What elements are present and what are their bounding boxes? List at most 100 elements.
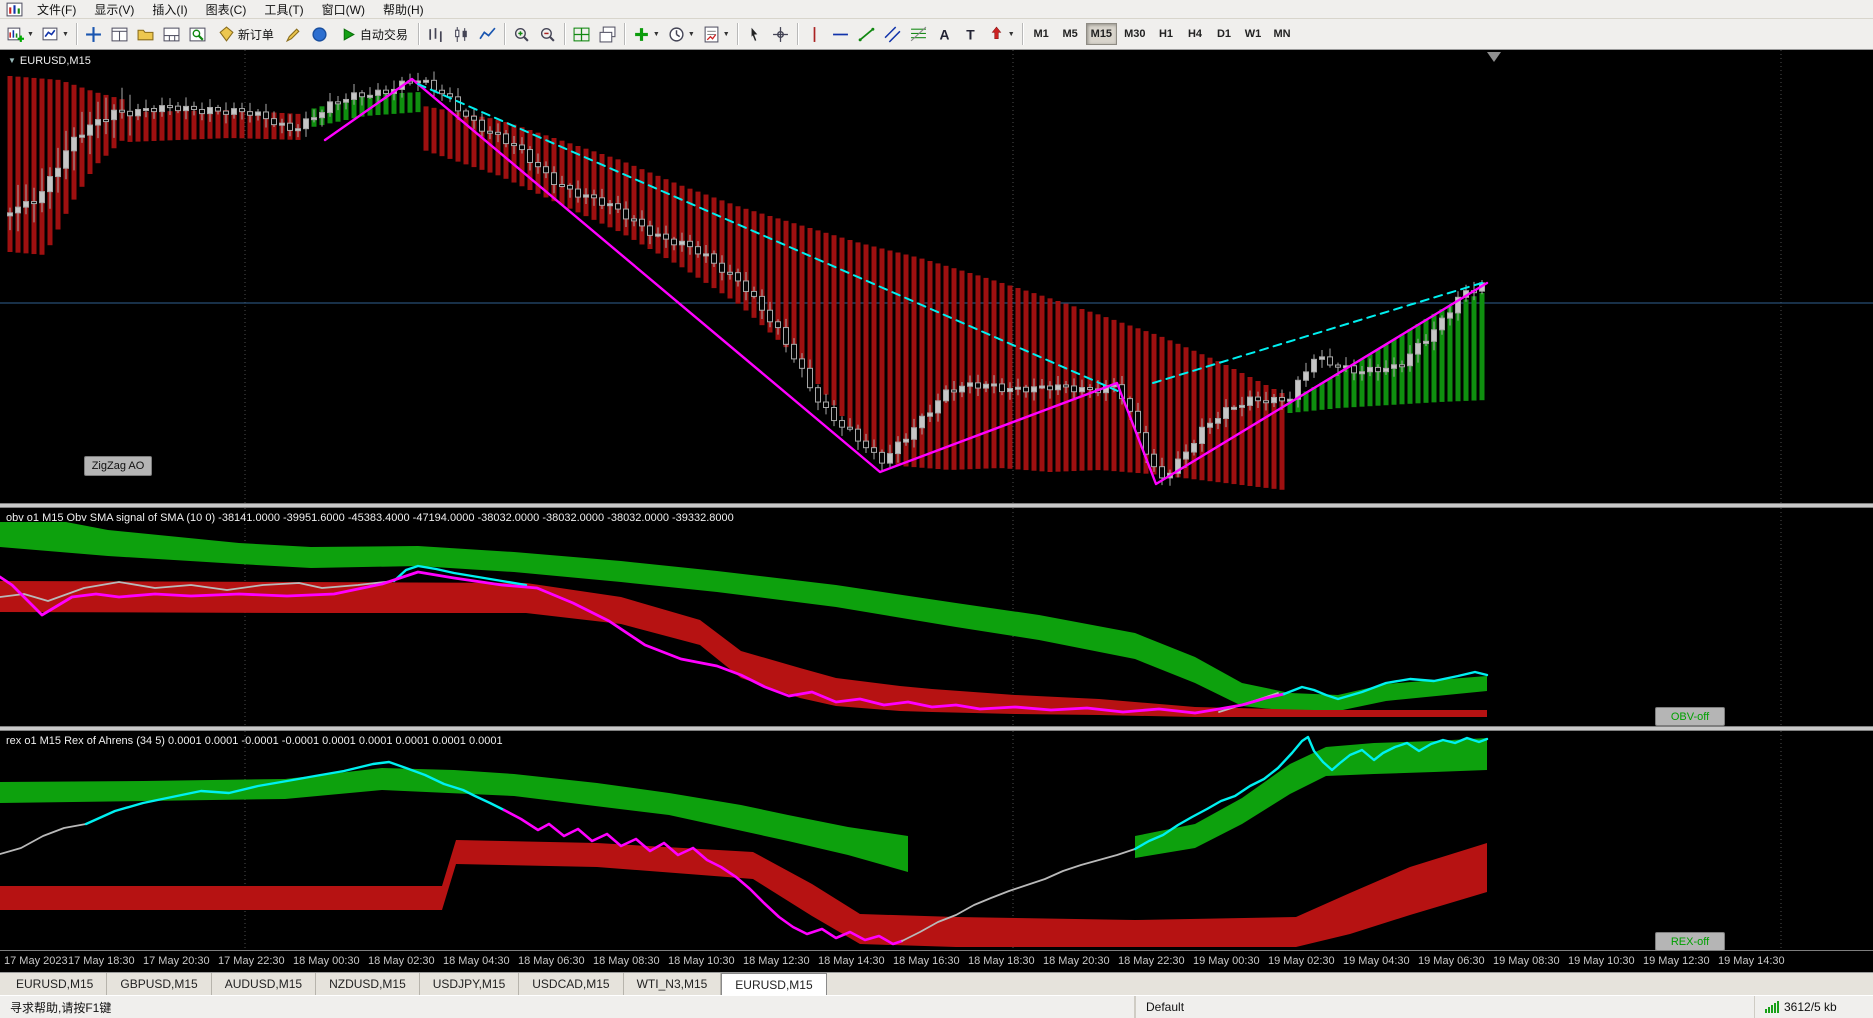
timeframe-h1-button[interactable]: H1	[1152, 23, 1179, 45]
timeframe-m5-button[interactable]: M5	[1057, 23, 1084, 45]
menu-help[interactable]: 帮助(H)	[374, 0, 433, 19]
timeframe-d1-button[interactable]: D1	[1210, 23, 1237, 45]
crosshair-icon	[773, 26, 789, 42]
trendline-button[interactable]	[854, 21, 880, 47]
chart-tab-7[interactable]: EURUSD,M15	[721, 973, 827, 995]
chart-tab-2[interactable]: AUDUSD,M15	[212, 973, 317, 995]
status-profile[interactable]: Default	[1135, 996, 1755, 1018]
market-watch-button[interactable]	[81, 21, 107, 47]
tile-windows-button[interactable]	[569, 21, 595, 47]
timeframe-m30-button[interactable]: M30	[1119, 23, 1150, 45]
toolbar-separator	[563, 23, 566, 45]
template-button[interactable]: ▼	[699, 21, 734, 47]
menu-file[interactable]: 文件(F)	[28, 0, 85, 19]
price-chart-canvas[interactable]	[0, 50, 1873, 503]
time-axis-label: 18 May 08:30	[593, 955, 660, 967]
zoom-in-button[interactable]	[509, 21, 535, 47]
timeframe-mn-button[interactable]: MN	[1268, 23, 1295, 45]
navigator-button[interactable]	[133, 21, 159, 47]
cursor-icon	[751, 25, 759, 42]
toolbar-separator	[503, 23, 506, 45]
symbol-marker-icon: ▼	[8, 56, 16, 65]
zoom-out-icon	[541, 27, 556, 42]
obv-chart-canvas[interactable]	[0, 508, 1873, 726]
new-order-button[interactable]: 新订单	[211, 21, 281, 47]
text-label-button[interactable]: T	[958, 21, 984, 47]
template-icon	[704, 26, 719, 42]
order-tag-icon	[219, 25, 234, 42]
obv-off-button[interactable]: OBV-off	[1655, 707, 1725, 726]
time-axis-label: 18 May 10:30	[668, 955, 735, 967]
svg-text:A: A	[940, 26, 950, 42]
new-chart-button[interactable]: ▼	[3, 21, 38, 47]
rex-indicator-panel[interactable]: rex o1 M15 Rex of Ahrens (34 5) 0.0001 0…	[0, 731, 1873, 950]
menu-tools[interactable]: 工具(T)	[255, 0, 312, 19]
indicators-button[interactable]: ▼	[629, 21, 664, 47]
profiles-button[interactable]: ▼	[38, 21, 73, 47]
timeframe-m1-button[interactable]: M1	[1028, 23, 1055, 45]
metatrader-window: 文件(F) 显示(V) 插入(I) 图表(C) 工具(T) 窗口(W) 帮助(H) ▼ ▼ 新订…	[0, 0, 1873, 1018]
chart-tab-4[interactable]: USDJPY,M15	[420, 973, 520, 995]
trendline-icon	[858, 27, 875, 41]
fibonacci-button[interactable]	[906, 21, 932, 47]
traffic-text: 3612/5 kb	[1784, 1000, 1837, 1014]
channel-icon	[884, 26, 901, 42]
rex-off-button[interactable]: REX-off	[1655, 932, 1725, 950]
time-axis-label: 19 May 08:30	[1493, 955, 1560, 967]
chart-line-button[interactable]	[475, 21, 501, 47]
crosshair-button[interactable]	[768, 21, 794, 47]
arrows-button[interactable]: ▼	[984, 21, 1019, 47]
chart-tab-0[interactable]: EURUSD,M15	[3, 973, 108, 995]
main-chart-panel[interactable]: ▼ EURUSD,M15 ZigZag AO	[0, 50, 1873, 503]
strategy-tester-button[interactable]	[185, 21, 211, 47]
autotrading-button[interactable]: 自动交易	[333, 21, 415, 47]
toolbar-separator	[75, 23, 78, 45]
vertical-line-button[interactable]	[802, 21, 828, 47]
mql5-community-button[interactable]	[307, 21, 333, 47]
rex-chart-canvas[interactable]	[0, 731, 1873, 950]
editor-icon	[286, 27, 300, 42]
time-axis-label: 19 May 10:30	[1568, 955, 1635, 967]
equidistant-channel-button[interactable]	[880, 21, 906, 47]
time-axis-label: 18 May 12:30	[743, 955, 810, 967]
data-window-button[interactable]	[107, 21, 133, 47]
toolbar-separator	[736, 23, 739, 45]
obv-header: obv o1 M15 Obv SMA signal of SMA (10 0) …	[6, 512, 734, 524]
svg-text:T: T	[967, 26, 976, 42]
menu-window[interactable]: 窗口(W)	[313, 0, 374, 19]
menu-view[interactable]: 显示(V)	[85, 0, 143, 19]
bars-chart-icon	[429, 27, 443, 42]
dropdown-caret-icon: ▼	[687, 30, 695, 38]
data-window-icon	[111, 27, 128, 41]
chart-tabs-bar: EURUSD,M15 GBPUSD,M15 AUDUSD,M15 NZDUSD,M15…	[0, 972, 1873, 995]
timeframe-m15-button[interactable]: M15	[1085, 23, 1118, 45]
chart-candlesticks-button[interactable]	[449, 21, 475, 47]
zigzag-ao-button[interactable]: ZigZag AO	[84, 456, 152, 476]
timeframe-w1-button[interactable]: W1	[1239, 23, 1266, 45]
toolbar-separator	[623, 23, 626, 45]
menu-charts[interactable]: 图表(C)	[197, 0, 256, 19]
cursor-button[interactable]	[742, 21, 768, 47]
time-axis-label: 18 May 20:30	[1043, 955, 1110, 967]
obv-indicator-panel[interactable]: obv o1 M15 Obv SMA signal of SMA (10 0) …	[0, 508, 1873, 726]
zoom-in-icon	[515, 27, 530, 42]
toolbar-separator	[1021, 23, 1024, 45]
timeframe-h4-button[interactable]: H4	[1181, 23, 1208, 45]
metaeditor-button[interactable]	[281, 21, 307, 47]
zoom-out-button[interactable]	[535, 21, 561, 47]
menu-insert[interactable]: 插入(I)	[143, 0, 196, 19]
time-axis[interactable]: 17 May 2023 17 May 18:30 17 May 20:30 17 Ma…	[0, 950, 1873, 972]
periods-button[interactable]: ▼	[664, 21, 699, 47]
horizontal-line-button[interactable]	[828, 21, 854, 47]
arrange-windows-button[interactable]	[595, 21, 621, 47]
chart-tab-1[interactable]: GBPUSD,M15	[107, 973, 212, 995]
chart-tab-5[interactable]: USDCAD,M15	[519, 973, 624, 995]
dropdown-caret-icon: ▼	[27, 30, 34, 38]
new-order-label: 新订单	[237, 27, 274, 42]
chart-bars-button[interactable]	[423, 21, 449, 47]
time-axis-label: 19 May 00:30	[1193, 955, 1260, 967]
chart-tab-3[interactable]: NZDUSD,M15	[316, 973, 420, 995]
text-button[interactable]: A	[932, 21, 958, 47]
chart-tab-6[interactable]: WTI_N3,M15	[624, 973, 722, 995]
terminal-button[interactable]	[159, 21, 185, 47]
